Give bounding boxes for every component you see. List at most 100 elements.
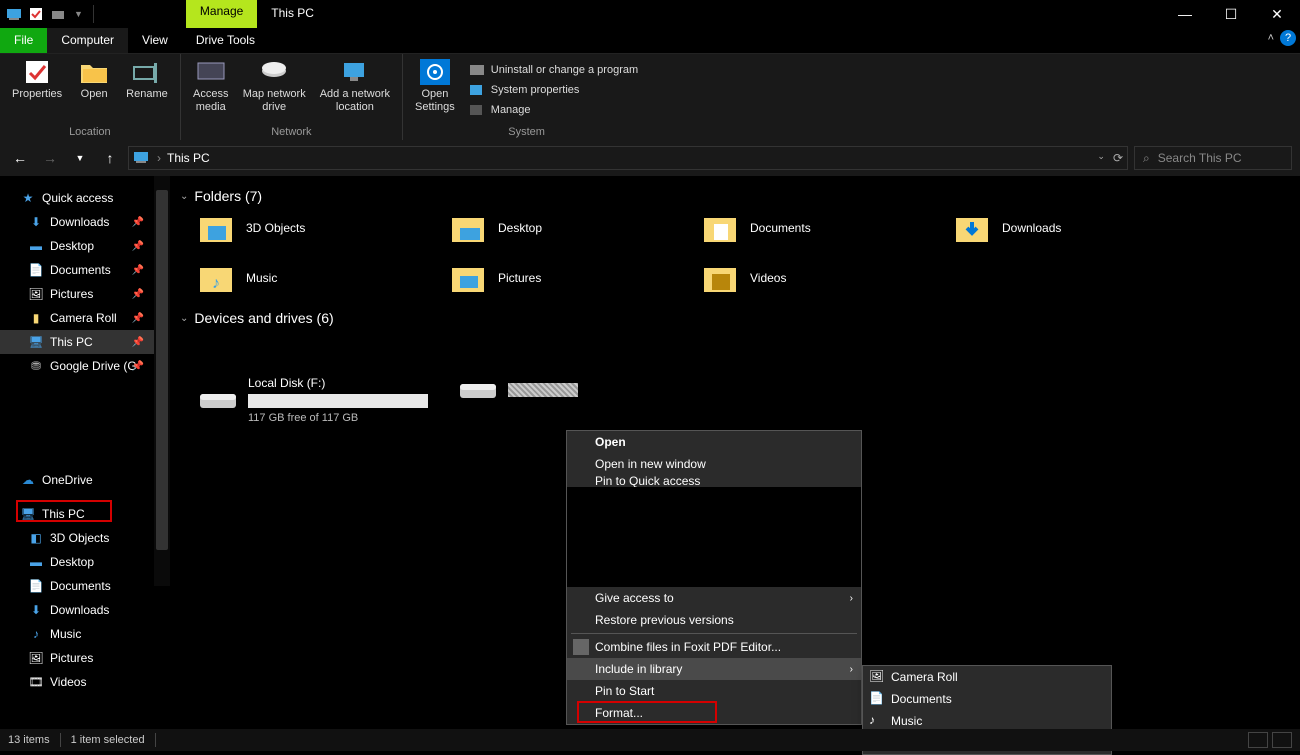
qat-properties-icon[interactable] xyxy=(28,6,44,22)
highlight-box xyxy=(16,500,112,522)
cloud-icon: ☁ xyxy=(20,472,36,488)
open-settings-button[interactable]: Open Settings xyxy=(409,56,461,124)
pin-icon: 📌 xyxy=(132,217,144,228)
address-text[interactable]: This PC xyxy=(167,151,210,165)
up-button[interactable]: ↑ xyxy=(98,146,122,170)
details-view-button[interactable] xyxy=(1248,732,1268,748)
drive-selected[interactable] xyxy=(458,376,588,404)
separator xyxy=(93,5,94,23)
back-button[interactable]: ← xyxy=(8,146,32,170)
address-dropdown-icon[interactable]: ⌄ xyxy=(1097,151,1105,165)
manage-tab[interactable]: Manage xyxy=(186,0,257,28)
sidebar-videos[interactable]: 🎞Videos xyxy=(0,670,170,694)
uninstall-program-button[interactable]: Uninstall or change a program xyxy=(469,62,638,78)
folder-3d-objects[interactable]: 3D Objects xyxy=(198,210,450,246)
drives-header[interactable]: ⌄Devices and drives (6) xyxy=(180,310,1290,326)
download-icon: ⬇ xyxy=(28,214,44,230)
recent-dropdown[interactable]: ▼ xyxy=(68,146,92,170)
drive-icon xyxy=(198,386,238,414)
sidebar-music[interactable]: ♪Music xyxy=(0,622,170,646)
sidebar-pictures[interactable]: 🖼Pictures📌 xyxy=(0,282,170,306)
drive-capacity-bar xyxy=(508,383,578,397)
ctx-pin-quick-access[interactable]: Pin to Quick access xyxy=(567,475,861,487)
properties-button[interactable]: Properties xyxy=(6,56,68,124)
breadcrumb-chevron-icon[interactable]: › xyxy=(157,151,161,165)
separator xyxy=(155,733,156,747)
sidebar-pictures-2[interactable]: 🖼Pictures xyxy=(0,646,170,670)
chevron-right-icon: › xyxy=(850,593,853,604)
pictures-icon: 🖼 xyxy=(28,650,44,666)
desktop-icon: ▬ xyxy=(28,238,44,254)
ctx-restore-versions[interactable]: Restore previous versions xyxy=(567,609,861,631)
folder-documents[interactable]: Documents xyxy=(702,210,954,246)
pin-icon: 📌 xyxy=(132,361,144,372)
sub-documents[interactable]: 📄Documents xyxy=(863,688,1111,710)
address-bar[interactable]: › This PC ⌄ ⟳ xyxy=(128,146,1128,170)
window-title: This PC xyxy=(257,0,328,28)
folder-videos[interactable]: Videos xyxy=(702,260,954,296)
help-icon[interactable]: ? xyxy=(1280,30,1296,46)
sidebar-desktop[interactable]: ▬Desktop📌 xyxy=(0,234,170,258)
sidebar-downloads[interactable]: ⬇Downloads📌 xyxy=(0,210,170,234)
drive-local-f[interactable]: Local Disk (F:) 117 GB free of 117 GB xyxy=(198,376,438,424)
collapse-ribbon-icon[interactable]: ˄ xyxy=(1268,32,1274,44)
ctx-foxit-combine[interactable]: Combine files in Foxit PDF Editor... xyxy=(567,636,861,658)
forward-button[interactable]: → xyxy=(38,146,62,170)
large-icons-view-button[interactable] xyxy=(1272,732,1292,748)
separator xyxy=(60,733,61,747)
download-icon: ⬇ xyxy=(28,602,44,618)
folder-downloads[interactable]: Downloads xyxy=(954,210,1206,246)
rename-button[interactable]: Rename xyxy=(120,56,174,124)
sidebar-camera-roll[interactable]: ▮Camera Roll📌 xyxy=(0,306,170,330)
ctx-open[interactable]: Open xyxy=(567,431,861,453)
close-button[interactable]: ✕ xyxy=(1254,0,1300,28)
search-box[interactable]: ⌕ Search This PC xyxy=(1134,146,1292,170)
add-network-location-button[interactable]: Add a network location xyxy=(314,56,396,124)
ctx-open-new-window[interactable]: Open in new window xyxy=(567,453,861,475)
file-tab[interactable]: File xyxy=(0,28,47,53)
folders-header[interactable]: ⌄Folders (7) xyxy=(180,188,1290,204)
status-bar: 13 items 1 item selected xyxy=(0,729,1300,751)
qat-dropdown-icon[interactable]: ▼ xyxy=(74,9,83,19)
highlight-box xyxy=(577,701,717,723)
sub-camera-roll[interactable]: 🖼Camera Roll xyxy=(863,666,1111,688)
ribbon: Properties Open Rename Location Access m… xyxy=(0,54,1300,140)
view-tab[interactable]: View xyxy=(128,28,182,53)
ctx-pin-start[interactable]: Pin to Start xyxy=(567,680,861,702)
svg-text:♪: ♪ xyxy=(212,275,220,292)
app-icon xyxy=(6,6,22,22)
sidebar-scrollbar[interactable] xyxy=(154,176,170,586)
sidebar-documents[interactable]: 📄Documents📌 xyxy=(0,258,170,282)
sidebar-google-drive[interactable]: ⛃Google Drive (G📌 xyxy=(0,354,170,378)
ctx-include-library[interactable]: Include in library› xyxy=(567,658,861,680)
computer-tab[interactable]: Computer xyxy=(47,28,128,53)
manage-button[interactable]: Manage xyxy=(469,102,638,118)
folder-music[interactable]: ♪Music xyxy=(198,260,450,296)
open-button[interactable]: Open xyxy=(70,56,118,124)
sidebar-downloads-2[interactable]: ⬇Downloads xyxy=(0,598,170,622)
refresh-icon[interactable]: ⟳ xyxy=(1113,151,1123,165)
sidebar-this-pc-quick[interactable]: 🖥This PC📌 xyxy=(0,330,170,354)
sidebar-documents-2[interactable]: 📄Documents xyxy=(0,574,170,598)
sidebar-this-pc[interactable]: 🖥This PC xyxy=(0,502,170,526)
sidebar-3d-objects[interactable]: ◧3D Objects xyxy=(0,526,170,550)
video-icon: 🎞 xyxy=(28,674,44,690)
drive-icon xyxy=(458,376,498,404)
ctx-format[interactable]: Format... xyxy=(567,702,861,724)
system-properties-button[interactable]: System properties xyxy=(469,82,638,98)
ctx-give-access[interactable]: Give access to› xyxy=(567,587,861,609)
menu-obscured-area xyxy=(567,487,861,587)
drive-tools-tab[interactable]: Drive Tools xyxy=(182,28,269,53)
folder-pictures[interactable]: Pictures xyxy=(450,260,702,296)
sidebar-quick-access[interactable]: ★Quick access xyxy=(0,186,170,210)
sidebar-onedrive[interactable]: ☁OneDrive xyxy=(0,468,170,492)
status-item-count: 13 items xyxy=(8,734,50,746)
minimize-button[interactable]: — xyxy=(1162,0,1208,28)
map-network-drive-button[interactable]: Map network drive xyxy=(237,56,312,124)
pin-icon: 📌 xyxy=(132,265,144,276)
access-media-button[interactable]: Access media xyxy=(187,56,235,124)
qat-newfolder-icon[interactable] xyxy=(50,6,66,22)
sidebar-desktop-2[interactable]: ▬Desktop xyxy=(0,550,170,574)
maximize-button[interactable]: ☐ xyxy=(1208,0,1254,28)
folder-desktop[interactable]: Desktop xyxy=(450,210,702,246)
